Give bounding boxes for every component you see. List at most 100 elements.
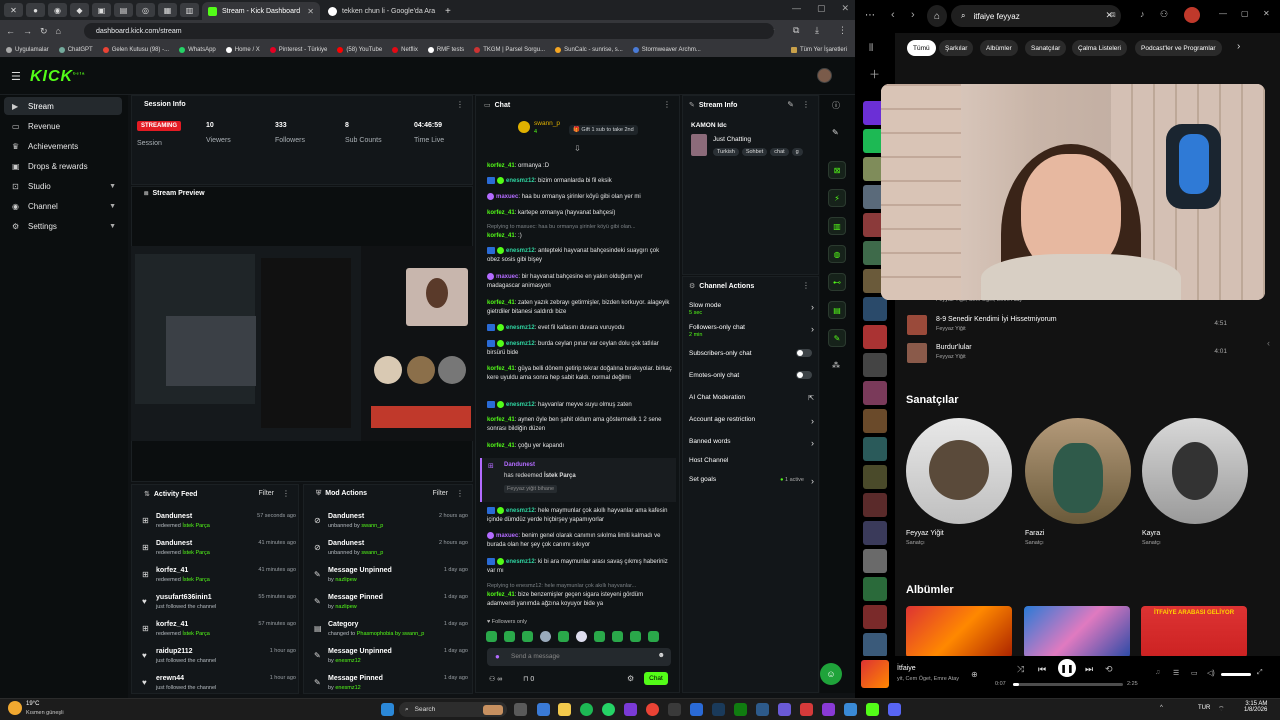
chat-message[interactable]: maxuec: bir hayvanat bahçesine en yakın … [487,273,672,291]
device-icon[interactable]: ▭ [1191,669,1198,677]
library-item[interactable] [863,605,887,629]
taskbar-app-icon[interactable] [778,703,791,716]
taskbar-search[interactable]: ⌕ Search [399,702,507,717]
reload-icon[interactable]: ↻ [40,26,48,37]
progress-bar[interactable] [1013,683,1123,686]
album-cover[interactable] [1024,606,1130,658]
emotes-only-toggle[interactable] [796,371,812,379]
library-item[interactable] [863,465,887,489]
mic-icon[interactable]: ● [495,652,500,661]
track-row[interactable]: 8-9 Senedir Kendimi İyi Hissetmiyorum Fe… [907,315,1227,335]
language-indicator[interactable]: TUR [1198,705,1210,711]
tag[interactable]: chat [770,148,789,156]
bell-icon[interactable]: ♪ [1140,9,1145,19]
volume-slider[interactable] [1221,673,1251,676]
tab-google-search[interactable]: tekken chun li - Google'da Ara ✕ [322,2,440,20]
more-icon[interactable]: ⋮ [282,489,290,498]
pin-icon[interactable]: ⇩ [574,144,581,153]
quick-action-button[interactable]: ⊠ [828,161,846,179]
list-item[interactable]: ⊘ Dandunest unbanned by swann_p 2 hours ago [314,540,468,566]
emote-icon[interactable] [558,631,569,642]
weather-text[interactable]: Kısmen güneşli [26,710,64,716]
section-title[interactable]: Sanatçılar [906,394,959,406]
extensions-puzzle-icon[interactable]: ⧉ [793,25,799,36]
category-name[interactable]: Just Chatting [713,136,751,143]
back-icon[interactable]: ‹ [891,9,895,21]
xbox-icon[interactable] [734,703,747,716]
create-icon[interactable]: ＋ [869,66,880,82]
bookmark-item[interactable]: TKGM | Parsel Sorgu... [474,46,545,53]
section-title[interactable]: Albümler [906,584,954,596]
pinned-tab[interactable]: ✕ [4,3,23,17]
maximize-icon[interactable]: ▢ [817,3,826,14]
taskbar-app-icon[interactable] [537,703,550,716]
emote-icon[interactable] [522,631,533,642]
emote-icon[interactable] [612,631,623,642]
points-icon[interactable]: ⚇ ∞ [489,675,502,683]
library-item[interactable] [863,577,887,601]
tag[interactable]: Turkish [713,148,739,156]
quick-action-button[interactable]: ◍ [828,245,846,263]
banned-words-row[interactable]: Banned words › [689,438,814,448]
emoji-icon[interactable]: ☻ [658,652,665,659]
library-item[interactable] [863,325,887,349]
hamburger-menu-icon[interactable]: ☰ [11,70,21,83]
search-input[interactable]: ⌕ itfaiye feyyaz ✕ [951,5,1121,27]
emote-icon[interactable] [648,631,659,642]
weather-icon[interactable] [8,701,22,715]
close-window-icon[interactable]: ✕ [1263,9,1270,18]
album-cover[interactable] [906,606,1012,658]
slow-mode-row[interactable]: Slow mode 5 sec › [689,302,814,316]
list-item[interactable]: ♥ yusufart636inin1 just followed the chann… [142,594,296,620]
pinned-tab[interactable]: ◆ [70,3,89,17]
quick-action-button[interactable]: ▥ [828,217,846,235]
pinned-tab[interactable]: ◎ [136,3,155,17]
list-item[interactable]: ⊞ Dandunest redeemed İstek Parça 57 seconds… [142,513,296,539]
info-icon[interactable]: ⓘ [832,100,840,111]
more-icon[interactable]: ⋮ [802,100,810,109]
library-item[interactable] [863,297,887,321]
list-item[interactable]: ✎ Message Unpinned by nazlipew 1 day ago [314,567,468,593]
chip-albums[interactable]: Albümler [980,40,1018,56]
chat-message[interactable]: Replying to enesmz12: hele maymunlar çok… [487,582,672,609]
emote-icon[interactable] [630,631,641,642]
menu-dots-icon[interactable]: ⋯ [865,10,875,21]
library-icon[interactable]: ⫴ [869,43,873,54]
emote-icon[interactable] [576,631,587,642]
chip-songs[interactable]: Şarkılar [939,40,974,56]
pencil-icon[interactable]: ✎ [787,100,794,109]
artist-card[interactable]: Farazi Sanatçı [1025,418,1131,546]
list-item[interactable]: ⊘ Dandunest unbanned by swann_p 2 hours ago [314,513,468,539]
shuffle-icon[interactable]: ⤨ [1017,664,1024,675]
close-icon[interactable]: ✕ [307,7,314,16]
list-item[interactable]: ⊞ Dandunest redeemed İstek Parça 41 minutes… [142,540,296,566]
taskbar-app-icon[interactable] [668,703,681,716]
whatsapp-icon[interactable] [602,703,615,716]
chip-podcasts[interactable]: Podcast'ler ve Programlar [1135,40,1222,56]
close-window-icon[interactable]: ✕ [841,3,849,14]
home-icon[interactable]: ⌂ [927,5,947,27]
pinned-tab[interactable]: ◉ [48,3,67,17]
gear-icon[interactable]: ⚙ [627,674,634,683]
emote-icon[interactable] [486,631,497,642]
pencil-icon[interactable]: ✎ [832,128,839,137]
filter-button[interactable]: Filter [258,490,274,497]
library-item[interactable] [863,409,887,433]
task-view-icon[interactable] [514,703,527,716]
kick-logo[interactable]: KICKbeta [30,68,85,86]
gift-leader-name[interactable]: swann_p [534,120,560,127]
chat-message[interactable]: enesmz12: evet fil kafasını duvara vuruy… [487,324,672,333]
bookmark-item[interactable]: Pinterest - Türkiye [269,46,327,53]
pinned-tab[interactable]: ● [26,3,45,17]
downloads-icon[interactable]: ⤓ [815,25,819,36]
chat-input[interactable]: ● Send a message ☻ [487,648,671,666]
artist-card[interactable]: Feyyaz Yiğit Sanatçı [906,418,1012,546]
chrome-icon[interactable] [646,703,659,716]
chat-message[interactable]: korfez_41: aynen öyle ben şahit oldum am… [487,416,672,434]
tray-chevron-icon[interactable]: ^ [1160,705,1163,711]
repeat-icon[interactable]: ⟲ [1105,664,1113,675]
taskbar-app-icon[interactable] [624,703,637,716]
bookmark-item[interactable]: (58) YouTube [337,46,382,53]
weather-temp[interactable]: 19°C [26,701,39,707]
bookmark-item[interactable]: Uygulamalar [6,46,49,53]
